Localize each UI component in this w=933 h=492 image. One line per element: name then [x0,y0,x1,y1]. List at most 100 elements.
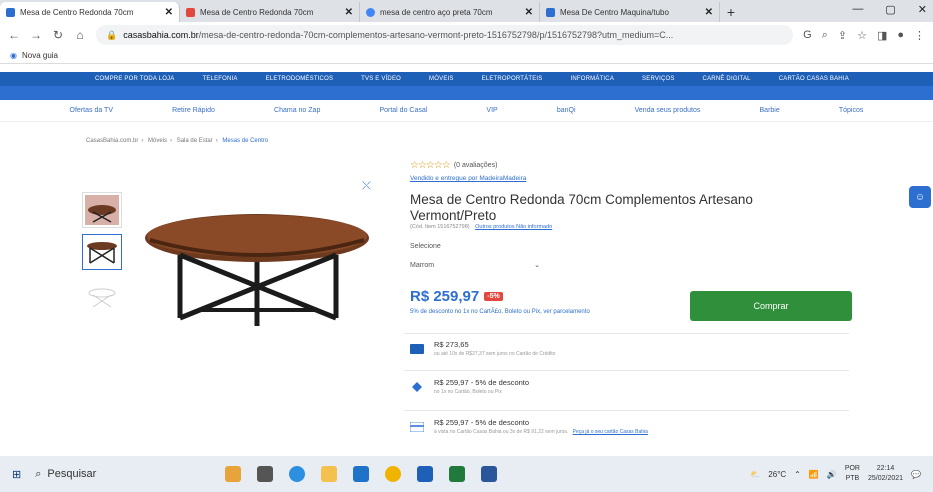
url-domain: casasbahia.com.br [123,30,199,40]
edge-icon[interactable] [289,466,306,482]
dept-item[interactable]: SERVIÇOS [642,76,675,82]
subnav-link[interactable]: Retire Rápido [172,107,215,114]
word-icon[interactable] [481,466,498,482]
dept-item[interactable]: CARTÃO CASAS BAHIA [779,76,849,82]
buy-button[interactable]: Comprar [690,291,852,321]
google-lens-icon[interactable]: G [803,29,812,41]
divider [404,410,849,411]
payment-option-detail-text: à vista no Cartão Casas Bahia ou 3x de R… [434,429,569,435]
close-tab-icon[interactable]: ✕ [345,7,353,18]
windows-taskbar: ⊞ ⌕ Pesquisar ⛅ 26°C ⌃ 📶 🔊 POR PTB 22:14… [0,456,933,492]
tray-overflow-icon[interactable]: ⌃ [794,470,801,479]
close-tab-icon[interactable]: ✕ [165,7,173,18]
subnav-link[interactable]: Tópicos [839,107,864,114]
clock[interactable]: 22:14 25/02/2021 [868,464,903,484]
url-field[interactable]: 🔒 casasbahia.com.br /mesa-de-centro-redo… [96,25,794,45]
bookmark-new-tab[interactable]: Nova guia [22,51,58,60]
breadcrumb-item[interactable]: CasasBahia.com.br [86,138,138,144]
variant-select[interactable]: Marrom ⌄ [410,258,540,272]
forward-icon[interactable]: → [30,28,42,42]
share-icon[interactable]: ⇪ [838,29,847,42]
favicon-icon [546,7,555,17]
product-main-image[interactable] [140,210,375,330]
dept-item[interactable]: TELEFONIA [202,76,237,82]
variant-select-value: Marrom [410,261,435,269]
system-tray: ⛅ 26°C ⌃ 📶 🔊 POR PTB 22:14 25/02/2021 💬 [750,456,921,492]
task-view-icon[interactable] [257,466,274,482]
dept-item[interactable]: MÓVEIS [429,76,454,82]
subnav-link[interactable]: Chama no Zap [274,107,320,114]
favicon-icon [186,7,195,17]
rating[interactable]: ☆☆☆☆☆ (0 avaliações) [410,160,497,171]
back-icon[interactable]: ← [8,28,20,42]
dept-item[interactable]: INFORMÁTICA [571,76,615,82]
breadcrumb-item[interactable]: Sala de Estar [177,138,213,144]
share-product-icon[interactable]: ⤬ [362,180,371,193]
news-widget-icon[interactable] [225,466,242,482]
subnav-link[interactable]: Barbie [760,107,780,114]
browser-tab-3[interactable]: mesa de centro aço preta 70cm ✕ [360,2,540,22]
product-thumbnail[interactable] [82,192,122,228]
subnav-link[interactable]: Ofertas da TV [70,107,113,114]
product-thumbnail[interactable] [82,278,122,314]
store-card-link[interactable]: Peça já o seu cartão Casas Bahia [573,429,648,435]
dept-item[interactable]: CARNÊ DIGITAL [703,76,751,82]
close-window-icon[interactable]: ✕ [918,3,927,16]
subnav-link[interactable]: VIP [486,107,497,114]
chrome-icon[interactable] [385,466,402,482]
volume-icon[interactable]: 🔊 [827,470,837,479]
clock-date: 25/02/2021 [867,475,904,482]
review-count: (0 avaliações) [453,162,498,169]
maximize-icon[interactable]: ▢ [885,3,895,16]
close-tab-icon[interactable]: ✕ [525,7,533,18]
language-code: POR [844,465,860,472]
subnav-link[interactable]: Venda seus produtos [635,107,701,114]
notifications-icon[interactable]: 💬 [911,470,921,479]
taskbar-apps [225,466,498,482]
menu-icon[interactable]: ⋮ [914,29,925,42]
dept-item[interactable]: TVS E VÍDEO [361,76,401,82]
language-indicator[interactable]: POR PTB [845,464,860,484]
profile-avatar-icon[interactable]: ● [897,29,904,41]
home-icon[interactable]: ⌂ [74,28,86,42]
seller-link[interactable]: Vendido e entregue por MadeiraMadeira [410,175,526,182]
breadcrumb-item[interactable]: Mesas de Centro [222,138,268,144]
mail-icon[interactable] [417,466,434,482]
keyboard-layout: PTB [845,475,860,482]
excel-icon[interactable] [449,466,466,482]
payment-note[interactable]: 5% de desconto no 1x no CartÃ£o, Boleto … [410,308,620,316]
zoom-icon[interactable]: ⌕ [822,29,828,42]
new-tab-button[interactable]: + [720,2,742,22]
weather-icon: ⛅ [750,469,761,479]
dept-item[interactable]: COMPRE POR TODA LOJA [95,76,174,82]
bookmark-star-icon[interactable]: ☆ [857,29,867,42]
product-price: R$ 259,97 [410,288,480,305]
reload-icon[interactable]: ↻ [52,28,64,42]
browser-tab-4[interactable]: Mesa De Centro Maquina/tubo ✕ [540,2,720,22]
taskbar-search[interactable]: ⌕ Pesquisar [35,462,175,486]
minimize-icon[interactable]: — [852,3,863,16]
network-icon[interactable]: 📶 [809,470,819,479]
chat-assistant-icon[interactable]: ☺ [909,186,931,208]
credit-card-icon [410,344,424,354]
breadcrumb-item[interactable]: Móveis [148,138,167,144]
browser-tab-1[interactable]: Mesa de Centro Redonda 70cm ✕ [0,2,180,22]
payment-option-detail: à vista no Cartão Casas Bahia ou 3x de R… [434,429,648,435]
tab-title: Mesa de Centro Redonda 70cm [20,7,134,17]
windows-start-icon[interactable]: ⊞ [12,468,21,481]
dept-item[interactable]: ELETROPORTÁTEIS [482,76,543,82]
table-thumbnail-image [87,242,117,264]
subnav-link[interactable]: banQi [557,107,576,114]
file-explorer-icon[interactable] [321,466,338,482]
product-thumbnail[interactable] [82,234,122,270]
weather-temp[interactable]: 26°C [768,470,786,479]
browser-tab-2[interactable]: Mesa de Centro Redonda 70cm ✕ [180,2,360,22]
payment-option-title: R$ 259,97 - 5% de desconto [434,378,530,387]
tab-title: Mesa De Centro Maquina/tubo [560,7,669,17]
dept-item[interactable]: ELETRODOMÉSTICOS [266,76,334,82]
other-products-link[interactable]: Outros produtos Não informado [475,224,552,230]
subnav-link[interactable]: Portal do Casal [379,107,427,114]
close-tab-icon[interactable]: ✕ [705,7,713,18]
sidebar-icon[interactable]: ◨ [877,29,887,42]
store-icon[interactable] [353,466,370,482]
